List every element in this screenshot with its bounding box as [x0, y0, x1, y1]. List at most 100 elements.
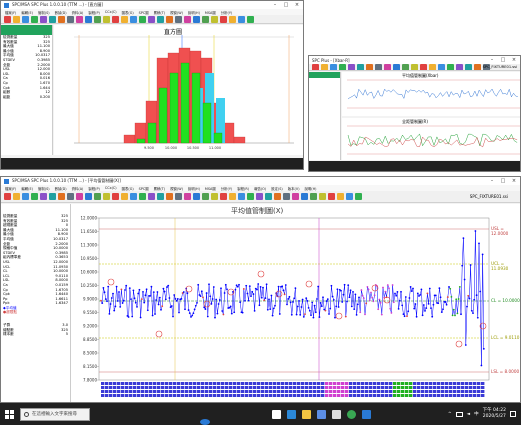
toolbar-button-icon[interactable] — [94, 15, 101, 23]
taskbar-search-input[interactable]: 在這裡輸入文字來搜尋 — [20, 407, 90, 421]
toolbar-button-icon[interactable] — [175, 193, 182, 200]
toolbar-button-icon[interactable] — [465, 64, 472, 70]
toolbar-button-icon[interactable] — [346, 193, 353, 200]
minimize-icon[interactable]: – — [489, 178, 495, 184]
toolbar-button-icon[interactable] — [94, 193, 101, 200]
menu-item[interactable]: 圖表(G) — [122, 10, 134, 15]
toolbar-button-icon[interactable] — [229, 15, 236, 23]
menu-item[interactable]: 檔案(F) — [5, 10, 16, 15]
toolbar-button-icon[interactable] — [292, 193, 299, 200]
clock[interactable]: 下午 04:22 2020/5/27 — [483, 408, 506, 420]
menu-item[interactable]: 資料(A) — [72, 186, 84, 191]
menu-item[interactable]: 編輯(E) — [21, 186, 33, 191]
toolbar-button-icon[interactable] — [355, 193, 362, 200]
toolbar-button-icon[interactable] — [148, 193, 155, 200]
menu-item[interactable]: SPC圖 — [139, 10, 149, 15]
toolbar-button-icon[interactable] — [211, 193, 218, 200]
toolbar-button-icon[interactable] — [456, 64, 463, 70]
toolbar-button-icon[interactable] — [31, 15, 38, 23]
menu-item[interactable]: MSA圖 — [205, 10, 216, 15]
toolbar-button-icon[interactable] — [438, 64, 445, 70]
toolbar-button-icon[interactable] — [175, 15, 182, 23]
tray-arrow-icon[interactable]: ^ — [448, 412, 452, 417]
toolbar-button-icon[interactable] — [67, 193, 74, 200]
toolbar-button-icon[interactable] — [238, 15, 245, 23]
toolbar-button-icon[interactable] — [103, 15, 110, 23]
toolbar-button-icon[interactable] — [130, 193, 137, 200]
menu-item[interactable]: 檔案(F) — [5, 186, 16, 191]
toolbar-button-icon[interactable] — [310, 193, 317, 200]
mail-icon[interactable] — [332, 409, 341, 419]
toolbar-button-icon[interactable] — [375, 64, 382, 70]
toolbar-button-icon[interactable] — [211, 15, 218, 23]
toolbar-button-icon[interactable] — [49, 193, 56, 200]
menu-item[interactable]: CCx(C) — [105, 186, 117, 190]
menu-item[interactable]: 管制(S) — [38, 186, 50, 191]
toolbar-button-icon[interactable] — [58, 193, 65, 200]
toolbar-button-icon[interactable] — [265, 193, 272, 200]
toolbar-button-icon[interactable] — [321, 64, 328, 70]
minimize-icon[interactable]: – — [489, 57, 495, 63]
minimize-icon[interactable]: – — [272, 2, 278, 8]
menu-item[interactable]: 分析(Y) — [221, 186, 233, 191]
toolbar-button-icon[interactable] — [402, 64, 409, 70]
menu-item[interactable]: SPC圖 — [139, 186, 149, 191]
toolbar-button-icon[interactable] — [58, 15, 65, 23]
toolbar-button-icon[interactable] — [202, 193, 209, 200]
close-icon[interactable]: × — [294, 2, 300, 8]
toolbar-button-icon[interactable] — [474, 64, 481, 70]
task-view-icon[interactable] — [272, 409, 281, 419]
menu-item[interactable]: 累積(T) — [154, 186, 166, 191]
toolbar-button-icon[interactable] — [85, 193, 92, 200]
menu-item[interactable]: 說明(H) — [188, 186, 200, 191]
maximize-icon[interactable]: □ — [283, 2, 289, 8]
toolbar-button-icon[interactable] — [429, 64, 436, 70]
toolbar-button-icon[interactable] — [22, 15, 29, 23]
toolbar-button-icon[interactable] — [76, 15, 83, 23]
toolbar-button-icon[interactable] — [67, 15, 74, 23]
toolbar-button-icon[interactable] — [49, 15, 56, 23]
menu-item[interactable]: 視窗(W) — [170, 186, 183, 191]
menu-item[interactable]: 累積(T) — [154, 10, 166, 15]
toolbar-button-icon[interactable] — [85, 15, 92, 23]
toolbar-button-icon[interactable] — [139, 193, 146, 200]
volume-icon[interactable]: ◄ — [467, 412, 470, 417]
toolbar-button-icon[interactable] — [393, 64, 400, 70]
toolbar-button-icon[interactable] — [4, 15, 11, 23]
toolbar-button-icon[interactable] — [22, 193, 29, 200]
menu-item[interactable]: MSA圖 — [205, 186, 216, 191]
toolbar-button-icon[interactable] — [301, 193, 308, 200]
menu-item[interactable]: 製程(P) — [88, 10, 99, 15]
menu-item[interactable]: 編輯(E) — [21, 10, 33, 15]
maximize-icon[interactable]: □ — [500, 178, 506, 184]
toolbar-button-icon[interactable] — [247, 15, 254, 23]
windows-start-icon[interactable] — [5, 409, 14, 419]
toolbar-button-icon[interactable] — [121, 15, 128, 23]
toolbar-button-icon[interactable] — [76, 193, 83, 200]
close-icon[interactable]: × — [511, 57, 517, 63]
toolbar-button-icon[interactable] — [121, 193, 128, 200]
menu-item[interactable]: 說明(H) — [305, 186, 317, 191]
menu-item[interactable]: 製程(P) — [88, 186, 99, 191]
menu-item[interactable]: 管制(S) — [38, 10, 50, 15]
toolbar-button-icon[interactable] — [247, 193, 254, 200]
close-icon[interactable]: × — [511, 178, 517, 184]
toolbar-button-icon[interactable] — [13, 193, 20, 200]
toolbar-button-icon[interactable] — [366, 64, 373, 70]
toolbar-button-icon[interactable] — [330, 64, 337, 70]
toolbar-button-icon[interactable] — [220, 193, 227, 200]
toolbar-button-icon[interactable] — [184, 15, 191, 23]
toolbar-button-icon[interactable] — [103, 193, 110, 200]
toolbar-button-icon[interactable] — [40, 193, 47, 200]
toolbar-button-icon[interactable] — [238, 193, 245, 200]
toolbar-button-icon[interactable] — [4, 193, 11, 200]
menu-item[interactable]: 分析(Y) — [221, 10, 233, 15]
toolbar-button-icon[interactable] — [229, 193, 236, 200]
toolbar-button-icon[interactable] — [339, 64, 346, 70]
toolbar-button-icon[interactable] — [184, 193, 191, 200]
menu-item[interactable]: 數據(D) — [55, 186, 67, 191]
menu-item[interactable]: 版本(V) — [288, 186, 300, 191]
spc-app-icon[interactable] — [362, 409, 371, 419]
toolbar-button-icon[interactable] — [283, 193, 290, 200]
toolbar-button-icon[interactable] — [220, 15, 227, 23]
